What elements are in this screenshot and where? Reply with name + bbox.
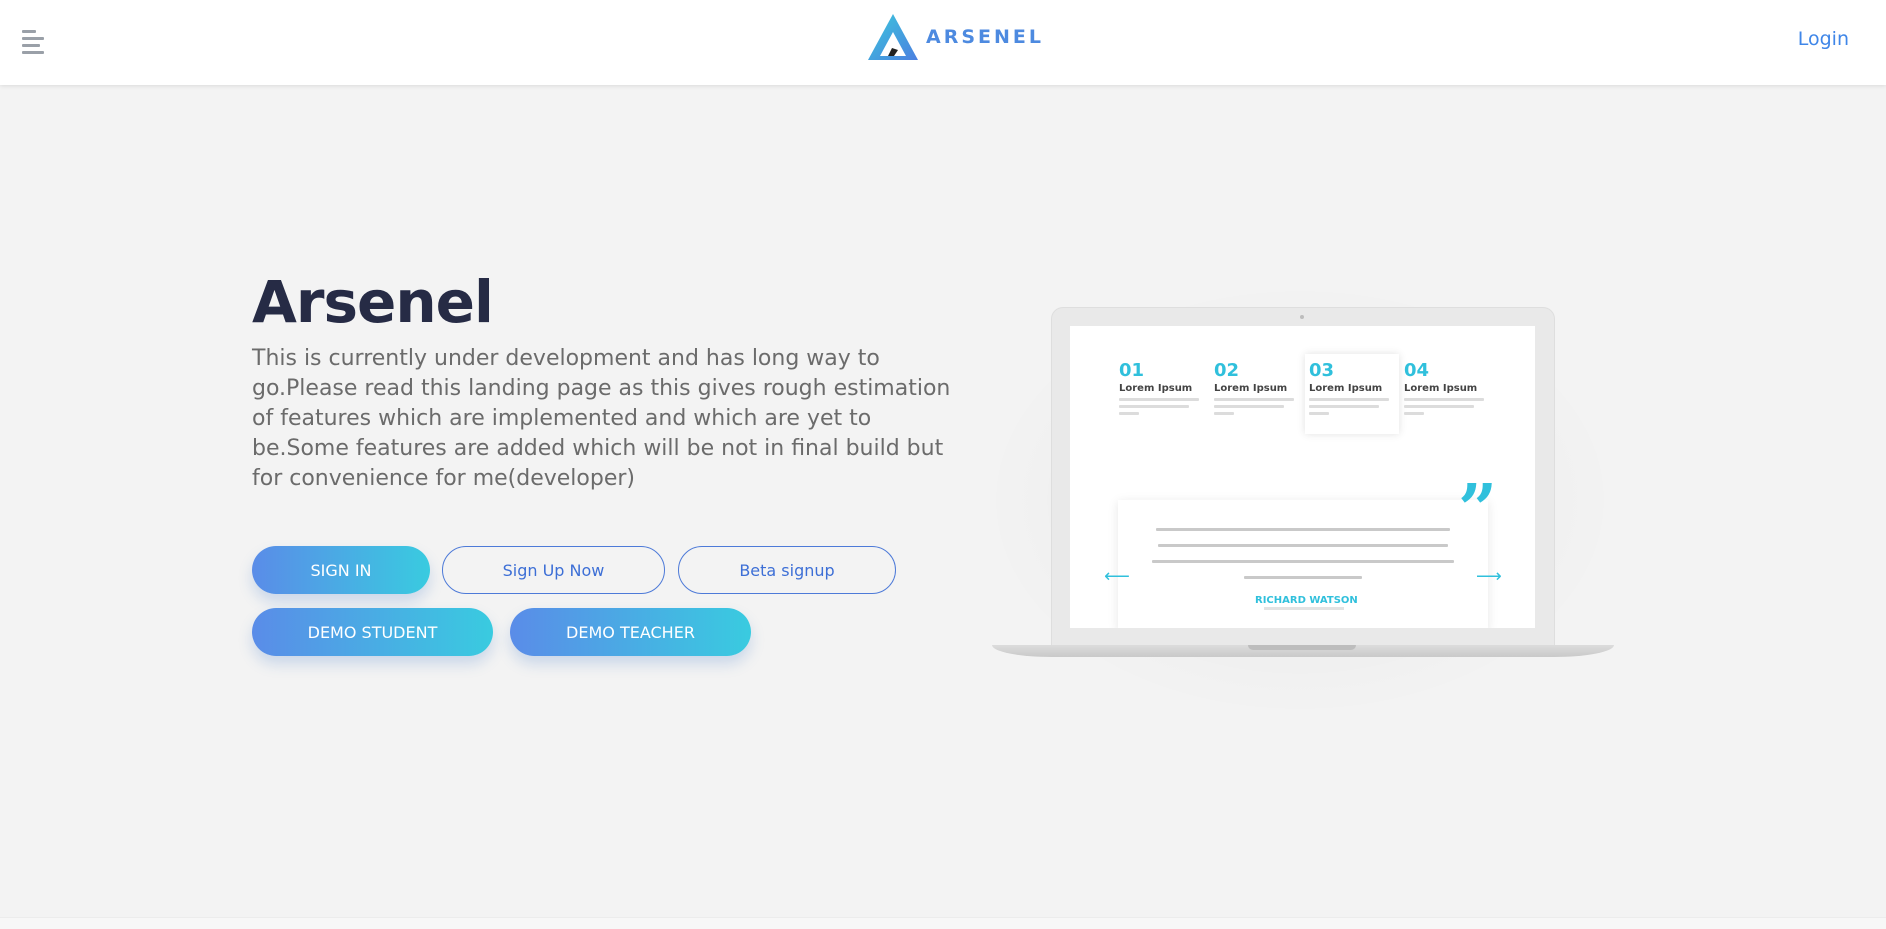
hero-title: Arsenel [252,268,494,336]
sign-in-button[interactable]: SIGN IN [252,546,430,594]
testimonial-card: RICHARD WATSON [1118,500,1488,628]
top-navbar: ARSENEL Login [0,0,1886,85]
brand-name: ARSENEL [926,26,1044,48]
demo-student-button[interactable]: DEMO STUDENT [252,608,493,656]
step-item-active: 03 Lorem Ipsum [1305,354,1399,434]
testimonial-name: RICHARD WATSON [1255,595,1358,606]
step-number: 04 [1404,360,1430,381]
laptop-screen-preview: 01 Lorem Ipsum 02 Lorem Ipsum 03 Lorem I… [1070,326,1535,628]
step-title: Lorem Ipsum [1309,383,1383,394]
arrow-left-icon: ⟵ [1104,566,1130,587]
arrow-right-icon: ⟶ [1476,566,1502,587]
quote-mark-icon: ” [1458,470,1498,550]
feature-steps: 01 Lorem Ipsum 02 Lorem Ipsum 03 Lorem I… [1115,354,1505,444]
sign-up-button[interactable]: Sign Up Now [442,546,665,594]
step-number: 01 [1119,360,1145,381]
step-number: 02 [1214,360,1240,381]
hero-description: This is currently under development and … [252,346,951,491]
step-number: 03 [1309,360,1335,381]
step-title: Lorem Ipsum [1214,383,1288,394]
step-item: 04 Lorem Ipsum [1400,354,1494,434]
beta-signup-button[interactable]: Beta signup [678,546,896,594]
step-item: 02 Lorem Ipsum [1210,354,1304,434]
step-title: Lorem Ipsum [1404,383,1478,394]
step-title: Lorem Ipsum [1119,383,1193,394]
laptop-camera [1300,315,1304,319]
login-link[interactable]: Login [1798,28,1849,50]
step-item: 01 Lorem Ipsum [1115,354,1209,434]
laptop-notch [1248,645,1356,650]
hamburger-menu-icon[interactable] [22,30,46,54]
brand-logo-link[interactable]: ARSENEL [868,12,1044,62]
demo-teacher-button[interactable]: DEMO TEACHER [510,608,751,656]
arsenel-logo-icon [868,14,918,60]
footer-strip [0,917,1886,929]
